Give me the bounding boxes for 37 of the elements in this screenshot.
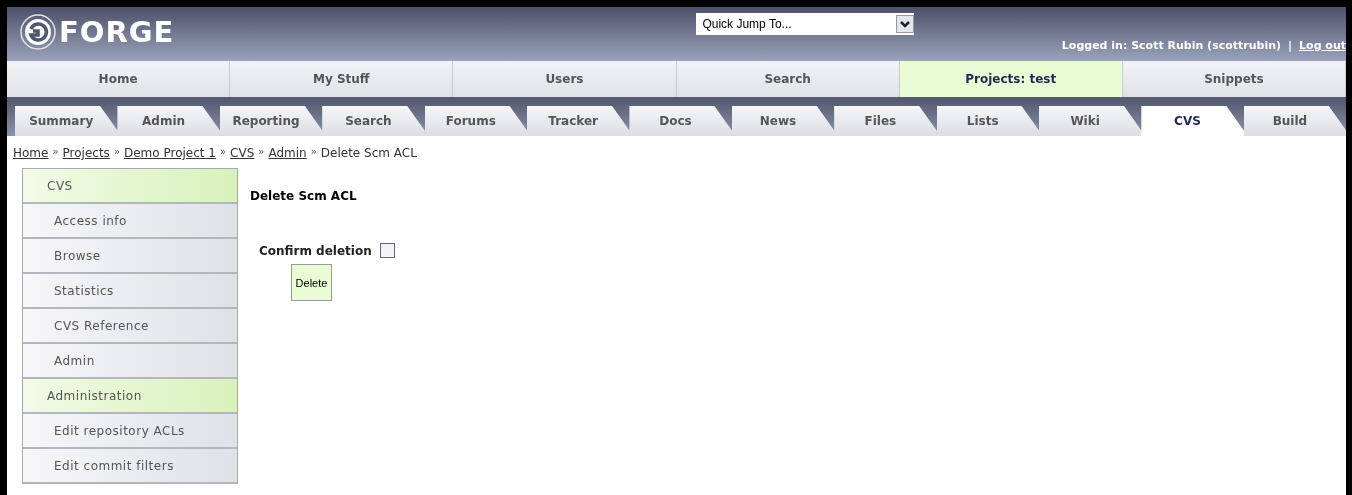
nav-item[interactable]: Snippets (1122, 61, 1346, 97)
page-title: Delete Scm ACL (250, 189, 358, 203)
sidebar-item[interactable]: Admin (23, 344, 237, 379)
nav-item[interactable]: Users (453, 61, 677, 97)
tab[interactable]: Build (1243, 106, 1346, 136)
sidebar-item[interactable]: Access info (23, 204, 237, 239)
breadcrumb-link[interactable]: Admin (268, 146, 307, 160)
breadcrumb-link[interactable]: Projects (62, 146, 110, 160)
breadcrumb-separator: » (258, 146, 265, 159)
nav-item[interactable]: Projects: test (899, 61, 1123, 97)
quick-jump-select[interactable]: Quick Jump To... (696, 13, 915, 35)
breadcrumb-separator: » (52, 146, 59, 159)
logged-in-text: Logged in: Scott Rubin (scottrubin) (1061, 39, 1282, 52)
nav-item[interactable]: My Stuff (230, 61, 454, 97)
logo-text: FORGE (59, 15, 175, 49)
confirm-label: Confirm deletion (259, 243, 372, 258)
breadcrumb-link[interactable]: CVS (230, 146, 255, 160)
nav-item[interactable]: Home (7, 61, 231, 97)
breadcrumb-link[interactable]: Demo Project 1 (124, 146, 216, 160)
sidebar-heading[interactable]: Administration (23, 379, 237, 414)
breadcrumb-separator: » (310, 146, 317, 159)
breadcrumb-current: Delete Scm ACL (320, 146, 417, 160)
separator-text: | (1288, 39, 1293, 52)
breadcrumb-separator: » (113, 146, 120, 159)
breadcrumb-separator: » (220, 146, 227, 159)
delete-button[interactable]: Delete (291, 264, 332, 301)
sidebar-item[interactable]: Edit commit filters (23, 449, 237, 484)
sidebar-item[interactable]: Statistics (23, 274, 237, 309)
sidebar-heading[interactable]: CVS (23, 169, 237, 204)
nav-item[interactable]: Search (676, 61, 900, 97)
logout-link[interactable]: Log out (1299, 39, 1346, 52)
sidebar-item[interactable]: Browse (23, 239, 237, 274)
confirm-checkbox[interactable] (379, 243, 395, 258)
sidebar-item[interactable]: CVS Reference (23, 309, 237, 344)
breadcrumb-link[interactable]: Home (13, 146, 49, 160)
logo-icon (19, 13, 57, 51)
sidebar-item[interactable]: Edit repository ACLs (23, 414, 237, 449)
